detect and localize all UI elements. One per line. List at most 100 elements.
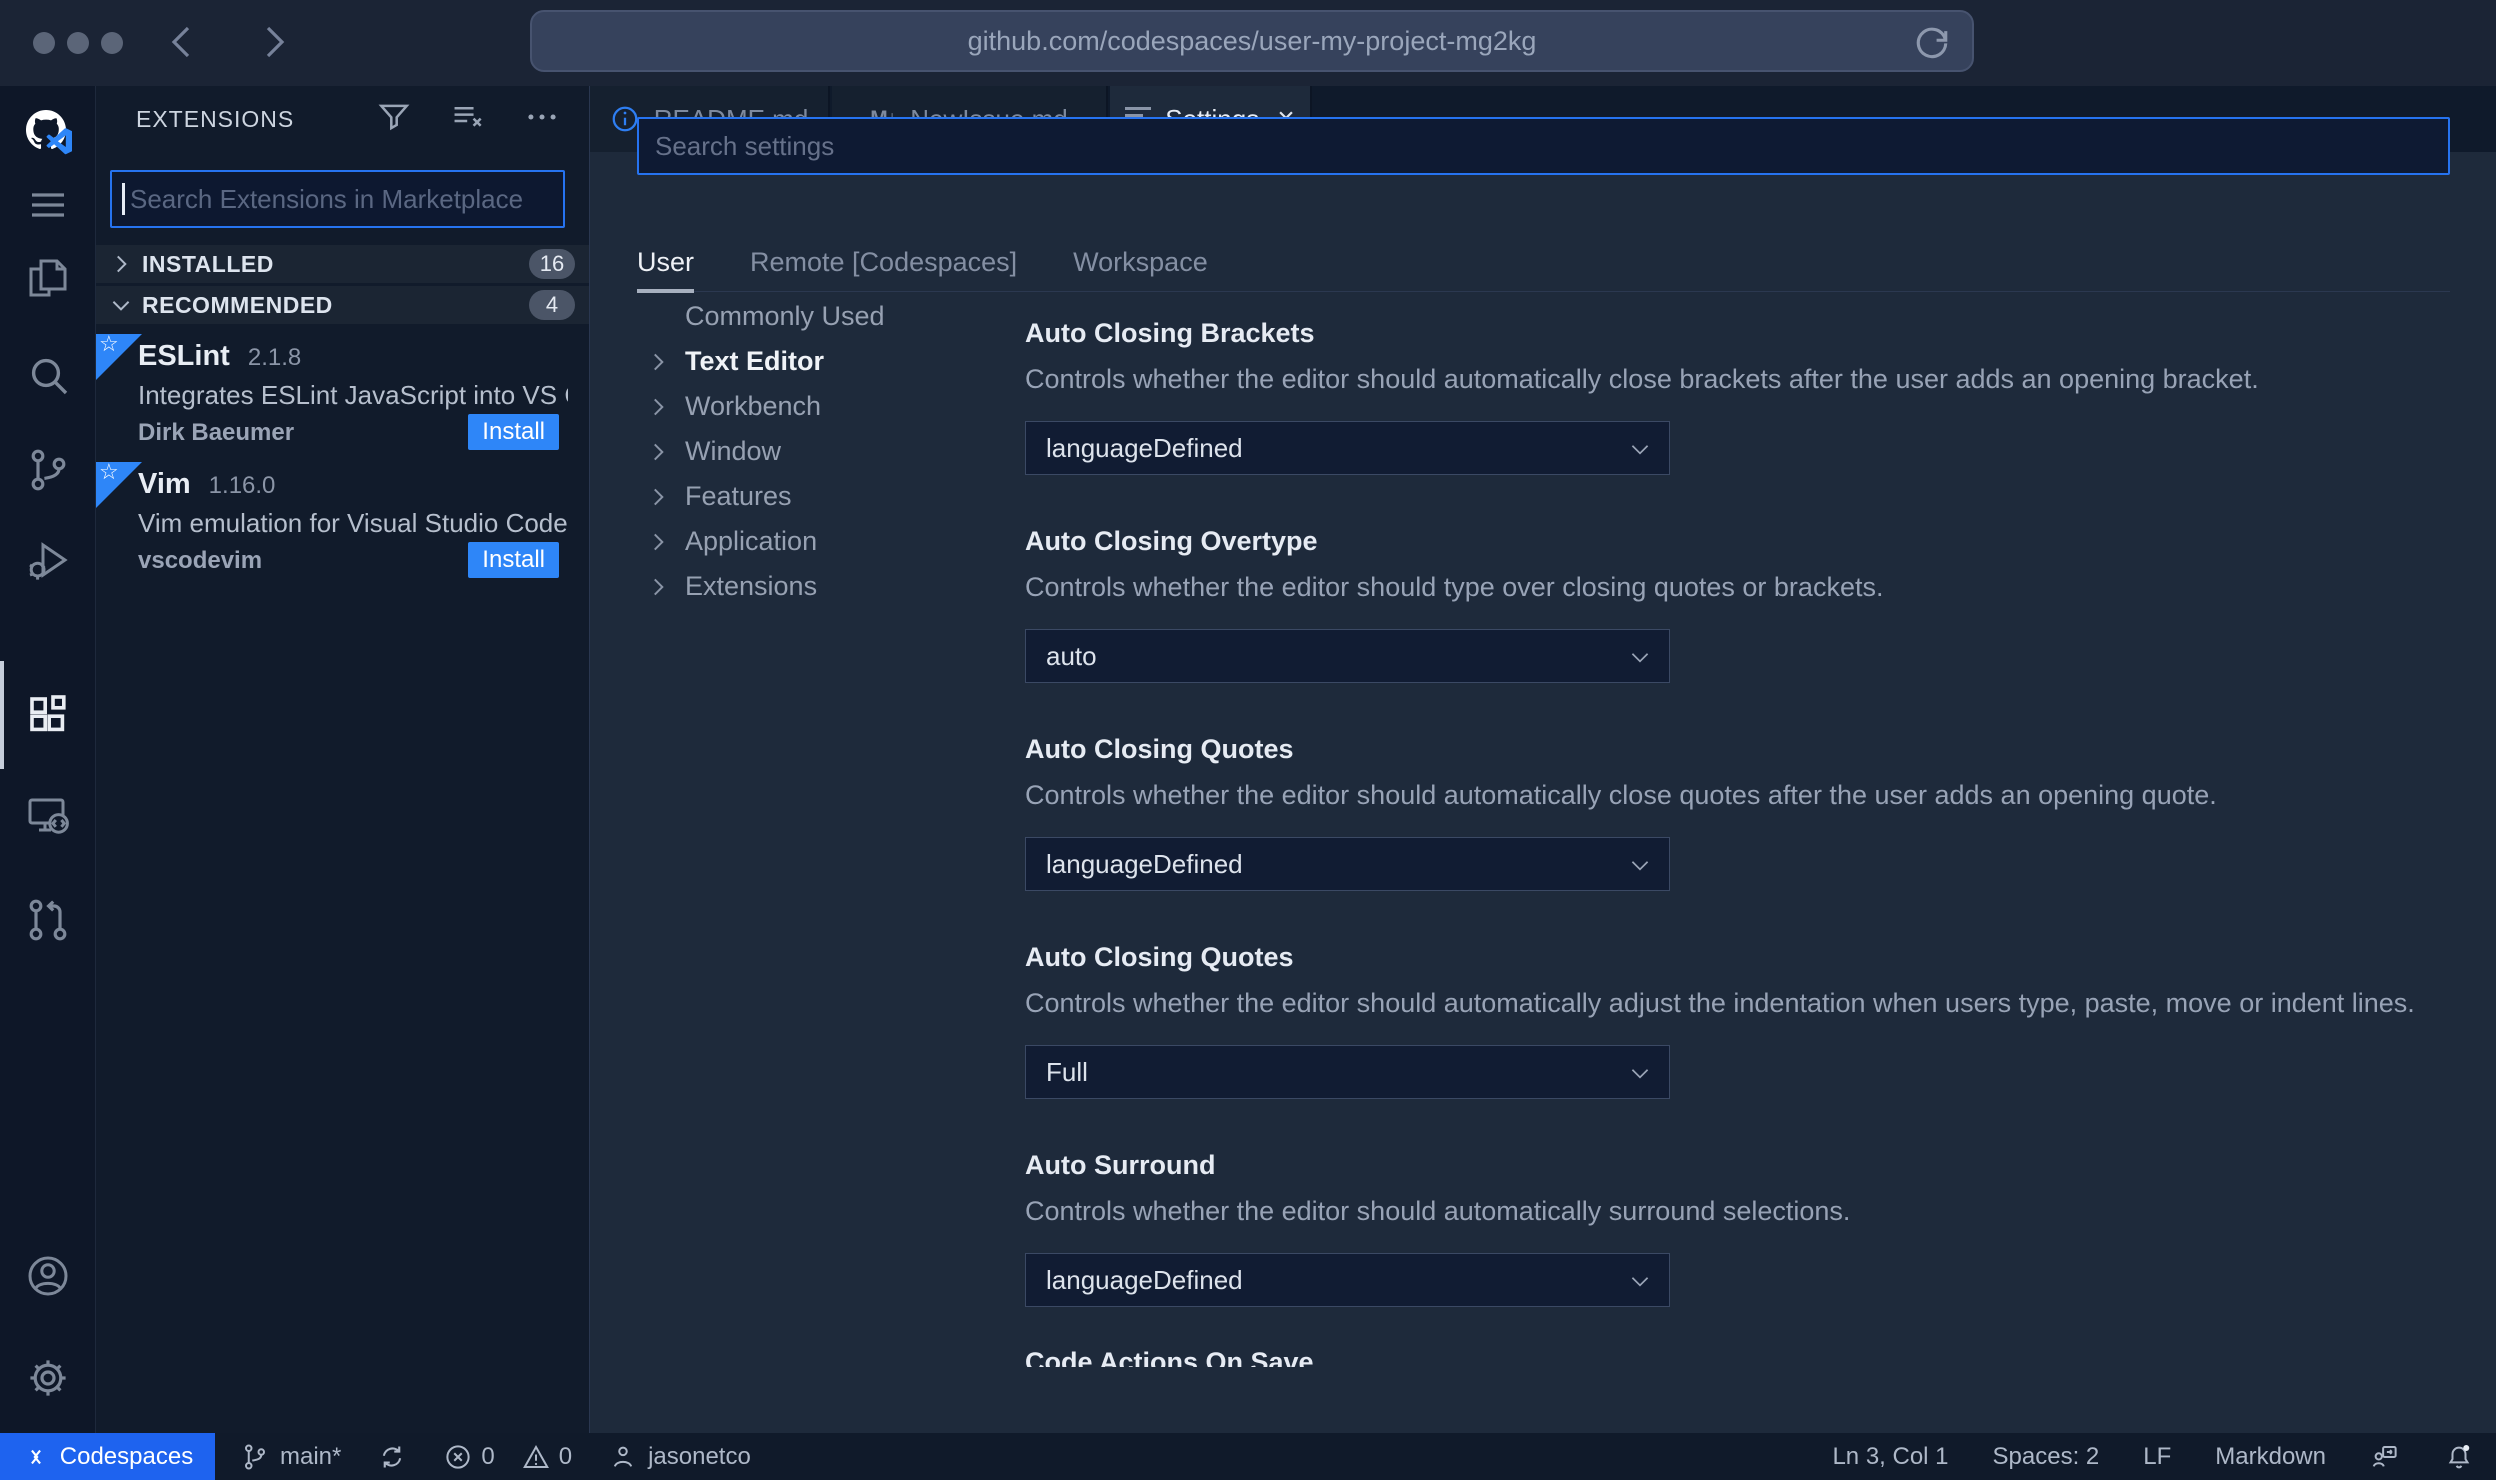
remote-explorer-icon[interactable] bbox=[24, 791, 72, 839]
extension-item-eslint[interactable]: ☆ ESLint 2.1.8 Integrates ESLint JavaScr… bbox=[96, 331, 589, 458]
setting-dropdown[interactable]: languageDefined bbox=[1025, 421, 1670, 475]
more-actions-icon[interactable] bbox=[523, 98, 561, 141]
extension-description: Integrates ESLint JavaScript into VS C..… bbox=[138, 380, 568, 410]
extensions-icon[interactable] bbox=[24, 691, 72, 739]
install-button[interactable]: Install bbox=[468, 542, 559, 578]
indentation-status[interactable]: Spaces: 2 bbox=[1993, 1443, 2100, 1471]
setting-description: Controls whether the editor should autom… bbox=[1025, 364, 2259, 394]
branch-icon bbox=[245, 1443, 266, 1469]
url-text: github.com/codespaces/user-my-project-mg… bbox=[967, 25, 1537, 56]
chevron-down-icon bbox=[1627, 644, 1653, 670]
section-installed[interactable]: INSTALLED 16 bbox=[96, 245, 589, 283]
branch-label: main* bbox=[280, 1442, 342, 1470]
window-minimize-button[interactable] bbox=[67, 32, 89, 54]
pull-request-icon[interactable] bbox=[24, 896, 72, 944]
tree-item-extensions[interactable]: Extensions bbox=[645, 564, 975, 609]
extension-item-vim[interactable]: ☆ Vim 1.16.0 Vim emulation for Visual St… bbox=[96, 461, 589, 586]
explorer-icon[interactable] bbox=[24, 254, 72, 302]
setting-description: Controls whether the editor should autom… bbox=[1025, 1196, 1851, 1226]
search-icon[interactable] bbox=[24, 351, 72, 399]
filter-icon[interactable] bbox=[375, 98, 413, 141]
tree-label: Window bbox=[685, 436, 782, 466]
remote-icon bbox=[30, 1449, 41, 1464]
info-icon bbox=[610, 104, 640, 134]
language-mode-status[interactable]: Markdown bbox=[2215, 1443, 2326, 1471]
notifications-status[interactable] bbox=[2444, 1442, 2474, 1472]
forward-icon[interactable] bbox=[248, 18, 296, 71]
source-control-icon[interactable] bbox=[24, 446, 72, 494]
extension-version: 2.1.8 bbox=[247, 344, 302, 371]
sidebar-title: EXTENSIONS bbox=[136, 106, 295, 132]
sync-icon bbox=[383, 1446, 402, 1467]
tree-item-features[interactable]: Features bbox=[645, 474, 975, 519]
chevron-right-icon bbox=[645, 394, 671, 420]
setting-dropdown[interactable]: Full bbox=[1025, 1045, 1670, 1099]
extension-name: ESLint bbox=[138, 340, 230, 372]
setting-auto-surround: Auto Surround Controls whether the edito… bbox=[1025, 1150, 2455, 1307]
setting-description: Controls whether the editor should type … bbox=[1025, 572, 1884, 602]
status-bar: Codespaces main* 0 0 jasonetco Ln 3, Col… bbox=[0, 1433, 2496, 1480]
chevron-right-icon bbox=[108, 251, 134, 277]
warning-icon bbox=[522, 1444, 549, 1468]
browser-chrome: github.com/codespaces/user-my-project-mg… bbox=[0, 0, 2496, 86]
tree-item-text-editor[interactable]: Text Editor bbox=[645, 339, 975, 384]
tree-label: Text Editor bbox=[685, 346, 825, 376]
setting-auto-closing-brackets: Auto Closing Brackets Controls whether t… bbox=[1025, 318, 2455, 475]
feedback-icon bbox=[2372, 1445, 2397, 1467]
window-close-button[interactable] bbox=[33, 32, 55, 54]
recommended-count-badge: 4 bbox=[529, 290, 575, 320]
setting-description: Controls whether the editor should autom… bbox=[1025, 780, 2217, 810]
sync-status[interactable] bbox=[377, 1442, 407, 1472]
chevron-right-icon bbox=[645, 529, 671, 555]
settings-list: Auto Closing Brackets Controls whether t… bbox=[1025, 86, 2455, 1367]
setting-auto-closing-quotes: Auto Closing Quotes Controls whether the… bbox=[1025, 734, 2455, 891]
setting-dropdown[interactable]: auto bbox=[1025, 629, 1670, 683]
extension-author: vscodevim bbox=[138, 547, 263, 574]
setting-description: Controls whether the editor should autom… bbox=[1025, 988, 2415, 1018]
setting-title: Code Actions On Save bbox=[1025, 1347, 1314, 1367]
user-label: jasonetco bbox=[648, 1442, 751, 1470]
chevron-down-icon bbox=[108, 292, 134, 318]
run-debug-icon[interactable] bbox=[24, 536, 72, 584]
error-icon bbox=[446, 1444, 470, 1469]
cursor-position-status[interactable]: Ln 3, Col 1 bbox=[1832, 1443, 1948, 1471]
scope-tab-remote[interactable]: Remote [Codespaces] bbox=[750, 234, 1017, 291]
user-status[interactable]: jasonetco bbox=[608, 1442, 751, 1472]
window-controls[interactable] bbox=[33, 32, 123, 54]
menu-icon[interactable] bbox=[24, 181, 72, 229]
branch-status[interactable]: main* bbox=[240, 1442, 341, 1472]
tree-label: Extensions bbox=[685, 571, 818, 601]
chevron-down-icon bbox=[1627, 436, 1653, 462]
extensions-search[interactable] bbox=[110, 170, 565, 228]
setting-dropdown[interactable]: languageDefined bbox=[1025, 837, 1670, 891]
app-window: github.com/codespaces/user-my-project-mg… bbox=[0, 0, 2496, 1480]
activity-bar bbox=[0, 86, 96, 1433]
installed-count-badge: 16 bbox=[529, 249, 575, 279]
extensions-search-input[interactable] bbox=[110, 170, 565, 228]
bell-icon bbox=[2448, 1444, 2470, 1468]
extensions-sidebar: EXTENSIONS Search Extensions in Marketpl… bbox=[96, 86, 590, 1433]
tree-item-application[interactable]: Application bbox=[645, 519, 975, 564]
tree-item-workbench[interactable]: Workbench bbox=[645, 384, 975, 429]
refresh-icon[interactable] bbox=[1910, 21, 1954, 65]
problems-status[interactable]: 0 0 bbox=[443, 1442, 572, 1472]
tree-item-window[interactable]: Window bbox=[645, 429, 975, 474]
scope-tab-user[interactable]: User bbox=[637, 234, 695, 293]
codespaces-status-button[interactable]: Codespaces bbox=[0, 1433, 215, 1480]
section-recommended[interactable]: RECOMMENDED 4 bbox=[96, 286, 589, 324]
tree-item-commonly-used[interactable]: Commonly Used bbox=[645, 294, 975, 339]
account-icon[interactable] bbox=[24, 1252, 72, 1300]
settings-gear-icon[interactable] bbox=[24, 1354, 72, 1402]
setting-auto-indent: Auto Closing Quotes Controls whether the… bbox=[1025, 942, 2455, 1099]
window-maximize-button[interactable] bbox=[101, 32, 123, 54]
setting-dropdown[interactable]: languageDefined bbox=[1025, 1253, 1670, 1307]
install-button[interactable]: Install bbox=[468, 414, 559, 450]
back-icon[interactable] bbox=[160, 18, 208, 71]
star-icon: ☆ bbox=[99, 331, 119, 356]
eol-status[interactable]: LF bbox=[2143, 1443, 2171, 1471]
clear-extensions-icon[interactable] bbox=[449, 98, 487, 141]
dropdown-value: languageDefined bbox=[1046, 1264, 1243, 1295]
address-bar[interactable]: github.com/codespaces/user-my-project-mg… bbox=[530, 10, 1974, 72]
feedback-status[interactable] bbox=[2370, 1442, 2400, 1472]
chevron-right-icon bbox=[645, 574, 671, 600]
